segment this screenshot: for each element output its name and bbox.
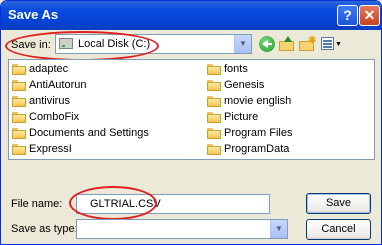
folder-icon	[207, 144, 221, 155]
cancel-button[interactable]: Cancel	[306, 219, 371, 240]
title-bar[interactable]: Save As ? ✕	[1, 1, 381, 30]
folder-icon	[12, 96, 26, 107]
chevron-down-icon[interactable]: ▼	[234, 35, 251, 53]
save-as-dialog: Save As ? ✕ Save in: Local Disk (C:) ▼ ✱…	[0, 0, 382, 245]
folder-icon	[207, 64, 221, 75]
close-button[interactable]: ✕	[359, 5, 380, 26]
file-name-label: File name:	[11, 198, 63, 210]
save-as-type-label: Save as type:	[11, 223, 78, 235]
annotation-circle-save-in	[5, 31, 159, 61]
back-icon[interactable]	[259, 36, 275, 52]
folder-icon	[12, 144, 26, 155]
dialog-title: Save As	[8, 7, 59, 22]
folder-icon	[207, 80, 221, 91]
folder-icon	[12, 112, 26, 123]
folder-icon	[12, 80, 26, 91]
folder-icon	[12, 64, 26, 75]
folder-icon	[207, 96, 221, 107]
annotation-circle-file-name	[69, 186, 157, 220]
up-folder-icon[interactable]	[279, 36, 295, 52]
folder-icon	[207, 112, 221, 123]
folder-icon	[207, 128, 221, 139]
save-button[interactable]: Save	[306, 193, 371, 214]
folder-icon	[12, 128, 26, 139]
save-as-type-dropdown[interactable]: ▼	[76, 219, 288, 239]
chevron-down-icon[interactable]: ▼	[270, 220, 287, 238]
views-menu-icon[interactable]: ▼	[321, 36, 342, 52]
help-button[interactable]: ?	[337, 5, 358, 26]
new-folder-icon[interactable]: ✱	[299, 36, 316, 52]
file-list[interactable]: adaptec AntiAutorun antivirus ComboFix D…	[8, 59, 375, 160]
